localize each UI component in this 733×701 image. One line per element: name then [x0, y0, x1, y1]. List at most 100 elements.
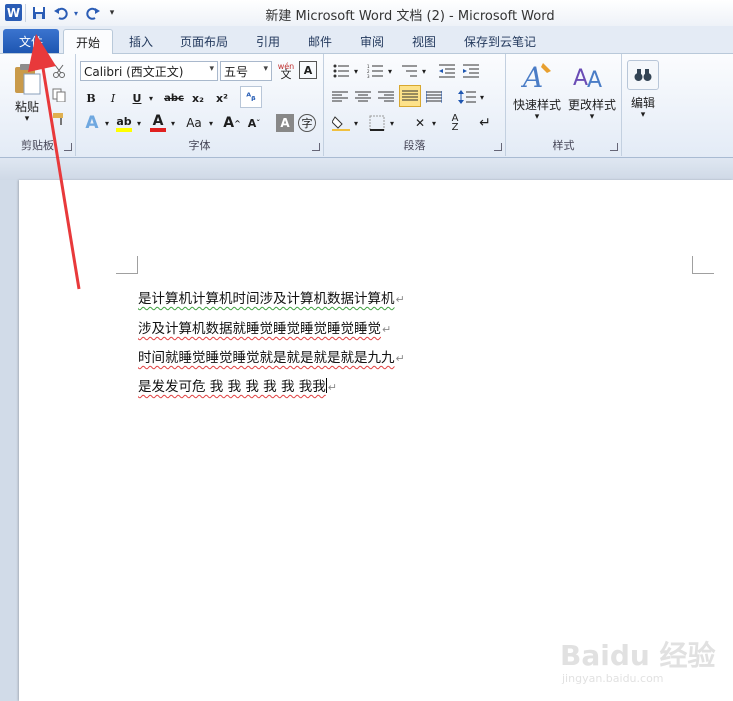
highlight-dropdown-icon[interactable]: ▾: [134, 112, 144, 134]
quick-styles-icon[interactable]: A: [520, 58, 556, 94]
quick-styles-dropdown-icon[interactable]: ▾: [510, 112, 564, 122]
shrink-font-button[interactable]: Aˇ: [244, 112, 264, 134]
character-border-icon[interactable]: A: [299, 61, 317, 79]
borders-icon[interactable]: [366, 112, 388, 134]
qat-separator: [25, 4, 26, 22]
paragraph-4[interactable]: 是发发可危 我 我 我 我 我 我我 ↵: [138, 375, 337, 395]
font-name-combo[interactable]: Calibri (西文正文) ▾: [80, 61, 218, 81]
bullets-icon[interactable]: [330, 62, 352, 80]
customize-qat-icon[interactable]: ▾: [107, 4, 117, 22]
tab-references[interactable]: 引用: [244, 29, 292, 53]
tab-page-layout[interactable]: 页面布局: [168, 29, 240, 53]
grow-font-button[interactable]: A ^: [222, 112, 242, 134]
change-case-dropdown-icon[interactable]: ▾: [206, 112, 216, 134]
styles-dialog-launcher-icon[interactable]: [610, 143, 618, 151]
align-left-icon[interactable]: [330, 87, 350, 107]
font-color-label: A: [152, 113, 164, 129]
highlight-color-button[interactable]: ab: [114, 112, 134, 134]
change-styles-button[interactable]: 更改样式: [564, 96, 620, 113]
svg-text:3: 3: [367, 74, 370, 78]
redo-icon[interactable]: [85, 4, 101, 22]
font-size-combo[interactable]: 五号 ▾: [220, 61, 272, 81]
tab-file[interactable]: 文件: [3, 29, 59, 53]
paragraph-2[interactable]: 涉及计算机数据就睡觉睡觉睡觉睡觉睡觉↵: [138, 317, 391, 337]
bold-button[interactable]: B: [82, 88, 100, 108]
paste-icon[interactable]: [10, 60, 44, 98]
align-center-icon[interactable]: [353, 87, 373, 107]
shading-dropdown-icon[interactable]: ▾: [352, 112, 360, 134]
clipboard-dialog-launcher-icon[interactable]: [64, 143, 72, 151]
font-color-dropdown-icon[interactable]: ▾: [168, 112, 178, 134]
borders-dropdown-icon[interactable]: ▾: [388, 112, 396, 134]
svg-text:A: A: [521, 61, 543, 93]
numbering-dropdown-icon[interactable]: ▾: [386, 62, 394, 80]
styles-group-label: 样式: [552, 139, 575, 152]
chinese-layout-dropdown-icon[interactable]: ▾: [430, 112, 438, 134]
font-group: Calibri (西文正文) ▾ 五号 ▾ wén 文 A B I U ▾ ab…: [76, 54, 324, 156]
show-hide-marks-icon[interactable]: ↵: [474, 112, 496, 134]
tab-review[interactable]: 审阅: [348, 29, 396, 53]
phonetic-guide-button[interactable]: wén 文: [276, 60, 296, 82]
undo-dropdown-icon[interactable]: ▾: [71, 4, 81, 22]
underline-button[interactable]: U: [128, 88, 146, 108]
justify-icon[interactable]: [399, 85, 421, 107]
superscript-button[interactable]: x²: [212, 88, 232, 108]
cut-icon[interactable]: [50, 62, 68, 80]
tab-save-to-cloud-notes[interactable]: 保存到云笔记: [452, 29, 548, 53]
subscript-button[interactable]: x₂: [188, 88, 208, 108]
crop-mark-top-right: [692, 256, 714, 274]
decrease-indent-icon[interactable]: [436, 62, 458, 80]
italic-button[interactable]: I: [104, 88, 122, 108]
tab-mailings[interactable]: 邮件: [296, 29, 344, 53]
document-top-margin-band: [0, 158, 733, 180]
enclose-characters-icon[interactable]: 字: [298, 114, 316, 132]
ribbon: 粘贴 ▾ 剪贴板 Calibri (西文正文) ▾ 五号 ▾ wén 文 A B…: [0, 54, 733, 158]
paragraph-dialog-launcher-icon[interactable]: [494, 143, 502, 151]
distributed-icon[interactable]: [424, 87, 444, 107]
strikethrough-button[interactable]: abc: [162, 88, 186, 108]
quick-styles-button[interactable]: 快速样式: [510, 96, 564, 113]
increase-indent-icon[interactable]: [460, 62, 482, 80]
save-icon[interactable]: [31, 4, 47, 22]
document-page[interactable]: 是计算机计算机时间涉及计算机数据计算机↵ 涉及计算机数据就睡觉睡觉睡觉睡觉睡觉↵…: [19, 180, 733, 701]
text-effects-dropdown-icon[interactable]: ▾: [102, 112, 112, 134]
paste-dropdown-icon[interactable]: ▾: [8, 114, 46, 124]
window-title: 新建 Microsoft Word 文档 (2) - Microsoft Wor…: [265, 9, 555, 24]
wen-icon: 文: [280, 68, 292, 81]
crop-mark-top-left: [116, 256, 138, 274]
shading-icon[interactable]: [330, 112, 352, 134]
change-case-button[interactable]: Aa: [182, 112, 206, 134]
copy-icon[interactable]: [50, 86, 68, 104]
numbering-icon[interactable]: 123: [364, 62, 386, 80]
paragraph-1[interactable]: 是计算机计算机时间涉及计算机数据计算机↵: [138, 287, 405, 307]
tab-home[interactable]: 开始: [63, 29, 114, 55]
paragraph-mark-icon: ↵: [395, 293, 405, 306]
chevron-down-icon: ▾: [263, 64, 268, 74]
paste-button[interactable]: 粘贴: [8, 98, 46, 115]
underline-dropdown-icon[interactable]: ▾: [146, 88, 156, 108]
editing-button[interactable]: 编辑: [622, 94, 664, 111]
editing-dropdown-icon[interactable]: ▾: [622, 110, 664, 120]
character-shading-icon[interactable]: A: [276, 114, 294, 132]
font-color-button[interactable]: A: [148, 112, 168, 134]
line-spacing-dropdown-icon[interactable]: ▾: [478, 87, 486, 107]
paragraph-3[interactable]: 时间就睡觉睡觉睡觉就是就是就是就是九九↵: [138, 346, 405, 366]
binoculars-icon[interactable]: [627, 60, 659, 90]
text-effects-icon[interactable]: A: [82, 112, 102, 134]
align-right-icon[interactable]: [376, 87, 396, 107]
tab-view[interactable]: 视图: [400, 29, 448, 53]
change-styles-dropdown-icon[interactable]: ▾: [564, 112, 620, 122]
undo-icon[interactable]: [53, 4, 69, 22]
format-painter-icon[interactable]: [50, 110, 68, 128]
clear-formatting-icon[interactable]: ᴬᵦ: [240, 86, 262, 108]
tab-insert[interactable]: 插入: [117, 29, 165, 53]
chinese-layout-icon[interactable]: ✕: [408, 112, 432, 134]
multilevel-dropdown-icon[interactable]: ▾: [420, 62, 428, 80]
multilevel-list-icon[interactable]: [398, 62, 420, 80]
word-app-icon[interactable]: W: [5, 4, 22, 21]
line-spacing-icon[interactable]: [456, 87, 478, 107]
font-dialog-launcher-icon[interactable]: [312, 143, 320, 151]
change-styles-icon[interactable]: AA: [572, 58, 608, 94]
sort-icon[interactable]: AZ: [444, 112, 466, 134]
bullets-dropdown-icon[interactable]: ▾: [352, 62, 360, 80]
